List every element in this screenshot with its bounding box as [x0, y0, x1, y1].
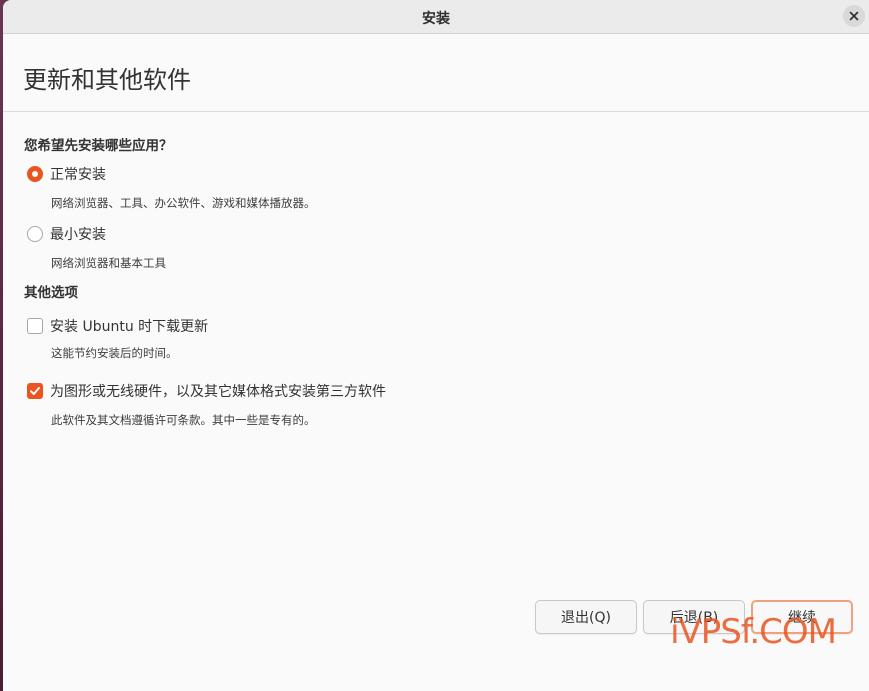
minimal-install-option[interactable]: 最小安装 [24, 223, 869, 245]
third-party-checkbox[interactable] [27, 383, 43, 399]
install-type-heading: 您希望先安装哪些应用？ [24, 138, 173, 154]
continue-button[interactable]: 继续 [751, 600, 853, 634]
normal-install-description: 网络浏览器、工具、办公软件、游戏和媒体播放器。 [51, 196, 316, 210]
title-bar: 安装 [3, 0, 869, 34]
minimal-install-label: 最小安装 [50, 227, 106, 243]
check-icon [30, 387, 40, 395]
download-updates-label: 安装 Ubuntu 时下载更新 [50, 319, 209, 335]
normal-install-option[interactable]: 正常安装 [24, 163, 869, 185]
window-title: 安装 [422, 11, 450, 27]
close-button[interactable] [843, 5, 865, 27]
download-updates-description: 这能节约安装后的时间。 [51, 346, 178, 360]
other-options-heading: 其他选项 [24, 285, 78, 301]
content-area: 您希望先安装哪些应用？ 正常安装 网络浏览器、工具、办公软件、游戏和媒体播放器。… [3, 112, 869, 428]
third-party-label: 为图形或无线硬件，以及其它媒体格式安装第三方软件 [50, 384, 386, 400]
normal-install-radio[interactable] [27, 166, 43, 182]
quit-button[interactable]: 退出(Q) [535, 600, 637, 634]
third-party-description: 此软件及其文档遵循许可条款。其中一些是专有的。 [51, 413, 316, 427]
page-header: 更新和其他软件 [3, 34, 869, 112]
download-updates-option[interactable]: 安装 Ubuntu 时下载更新 [24, 315, 869, 337]
minimal-install-radio[interactable] [27, 226, 43, 242]
page-title: 更新和其他软件 [23, 66, 191, 94]
back-button[interactable]: 后退(B) [643, 600, 745, 634]
third-party-option[interactable]: 为图形或无线硬件，以及其它媒体格式安装第三方软件 [24, 380, 869, 402]
close-icon [849, 11, 859, 21]
installer-window: 安装 更新和其他软件 您希望先安装哪些应用？ 正常安装 网络浏览器、工具、办公软… [3, 0, 869, 691]
minimal-install-description: 网络浏览器和基本工具 [51, 256, 166, 270]
download-updates-checkbox[interactable] [27, 318, 43, 334]
normal-install-label: 正常安装 [50, 167, 106, 183]
